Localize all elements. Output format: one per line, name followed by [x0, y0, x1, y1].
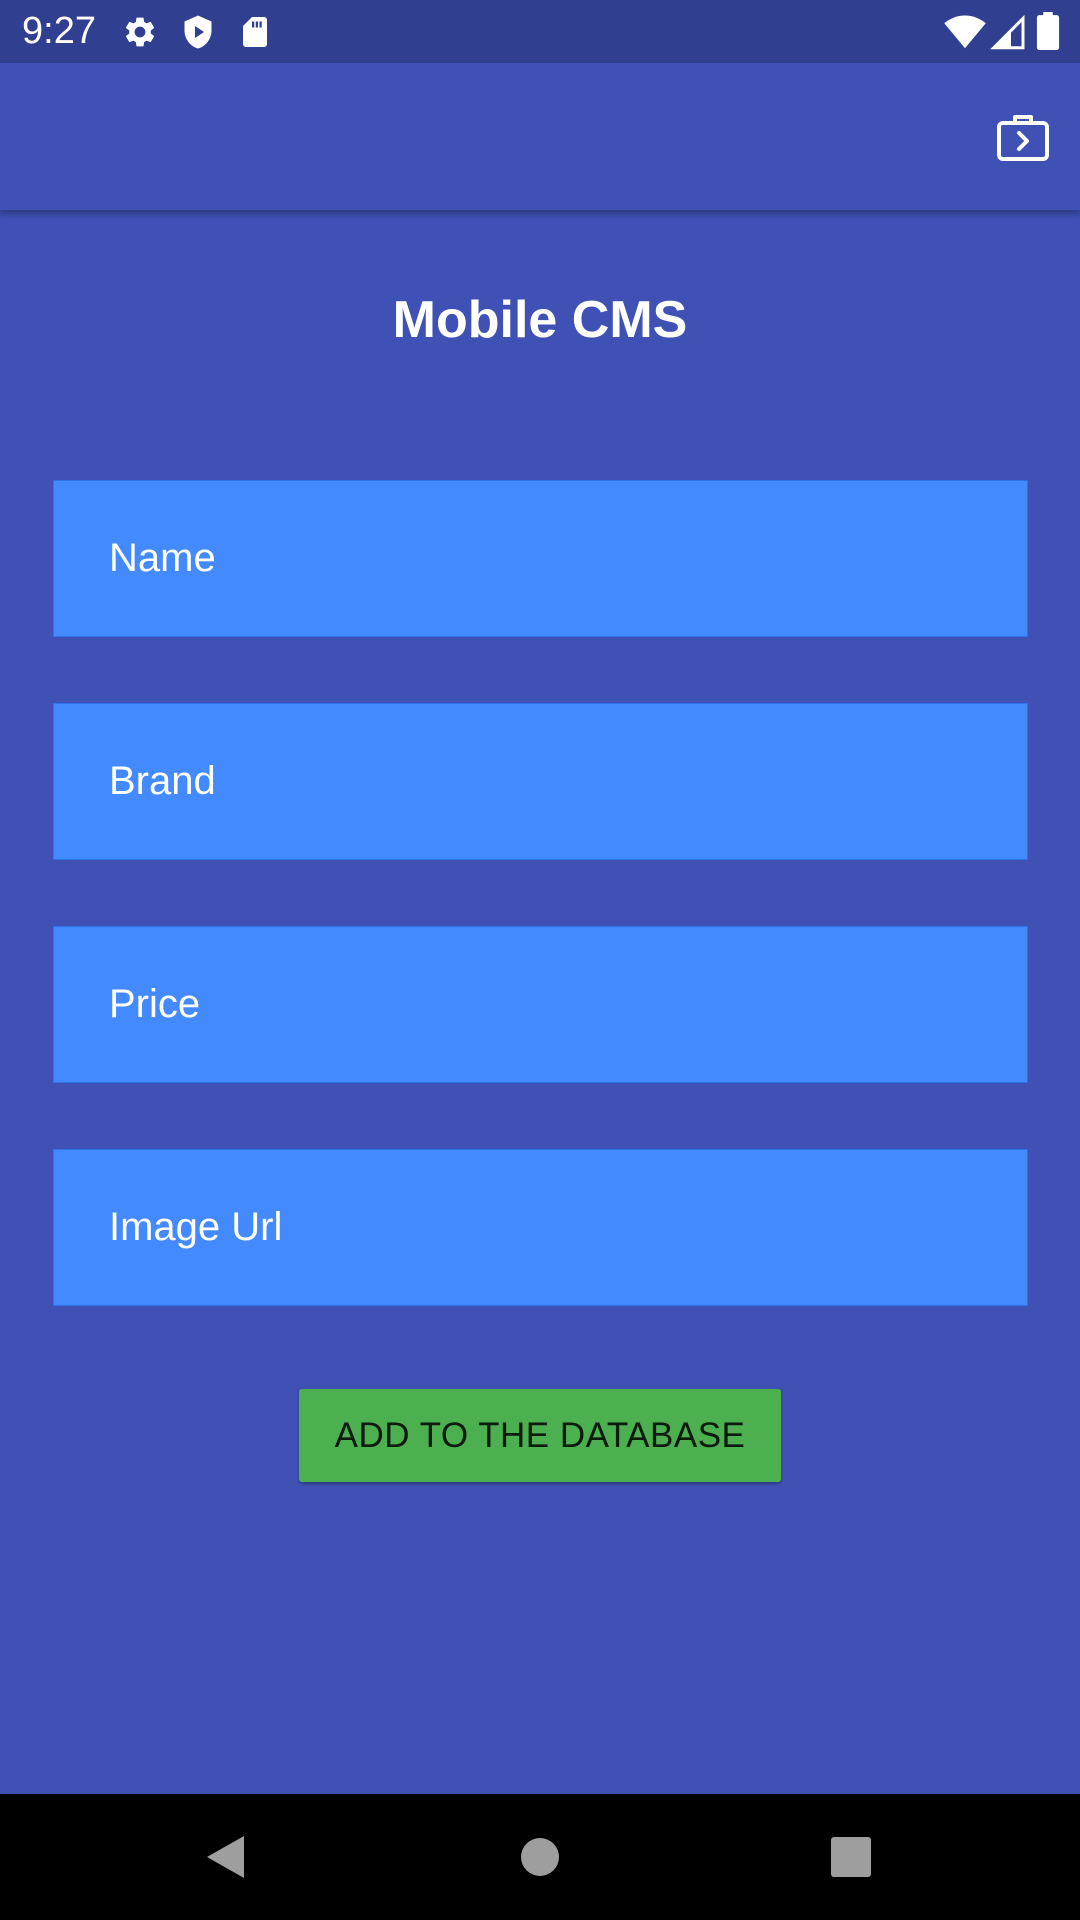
briefcase-arrow-button[interactable]: [990, 105, 1056, 171]
home-button[interactable]: [480, 1794, 600, 1920]
brand-input[interactable]: [53, 703, 1028, 860]
recents-button[interactable]: [791, 1794, 911, 1920]
battery-icon: [1036, 12, 1060, 50]
shield-play-icon: [184, 15, 212, 49]
price-input[interactable]: [53, 926, 1028, 1083]
briefcase-arrow-icon: [997, 115, 1049, 161]
back-button[interactable]: [165, 1794, 285, 1920]
home-icon: [521, 1838, 559, 1876]
brand-field[interactable]: [53, 703, 1028, 860]
name-input[interactable]: [53, 480, 1028, 637]
image-url-input[interactable]: [53, 1149, 1028, 1306]
back-icon: [207, 1836, 244, 1878]
price-field[interactable]: [53, 926, 1028, 1083]
status-time: 9:27: [22, 10, 96, 52]
add-to-database-button[interactable]: ADD TO THE DATABASE: [299, 1389, 781, 1482]
nav-bar: [0, 1794, 1080, 1920]
page-title: Mobile CMS: [392, 291, 688, 349]
cell-signal-icon: [990, 14, 1025, 50]
recents-icon: [831, 1837, 871, 1877]
status-bar: 9:27: [0, 0, 1080, 63]
image-url-field[interactable]: [53, 1149, 1028, 1306]
gear-icon: [125, 17, 155, 47]
sd-card-icon: [243, 17, 267, 47]
wifi-icon: [944, 15, 986, 49]
app-bar: [0, 63, 1080, 210]
name-field[interactable]: [53, 480, 1028, 637]
